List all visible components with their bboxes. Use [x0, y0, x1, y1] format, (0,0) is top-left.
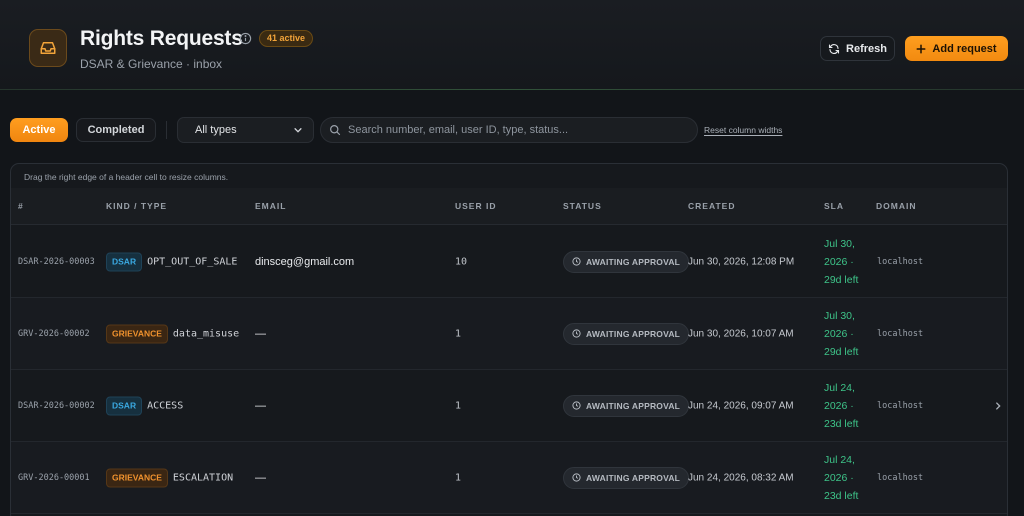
search-input[interactable] [348, 124, 678, 136]
column-header-domain[interactable]: Domain [876, 201, 916, 211]
request-number: GRV-2026-00001 [18, 472, 90, 483]
domain-cell: localhost [877, 256, 924, 267]
sla-cell: Jul 24, 2026 · 23d left [824, 381, 859, 430]
table-header: # Kind / Type Email User ID Status Creat… [11, 188, 1007, 225]
created-cell: Jun 30, 2026, 12:08 PM [688, 256, 795, 267]
inbox-icon [29, 29, 67, 67]
clock-icon [572, 401, 581, 410]
column-header-user-id[interactable]: User ID [455, 201, 496, 211]
sla-cell: Jul 24, 2026 · 23d left [824, 453, 859, 502]
user-id-cell: 1 [455, 400, 462, 411]
request-number: GRV-2026-00002 [18, 328, 90, 339]
status-label: AWAITING APPROVAL [586, 472, 681, 483]
plus-icon [916, 44, 926, 53]
status-label: AWAITING APPROVAL [586, 328, 681, 339]
created-cell: Jun 30, 2026, 10:07 AM [688, 328, 794, 339]
request-type: OPT_OUT_OF_SALE [147, 256, 238, 267]
info-icon[interactable] [239, 32, 252, 45]
user-id-cell: 10 [455, 256, 468, 267]
kind-badge: DSAR [106, 396, 143, 415]
tab-completed[interactable]: Completed [76, 118, 156, 142]
chevron-right-icon[interactable] [993, 401, 1003, 411]
request-type: data_misuse [172, 328, 240, 339]
type-select[interactable]: All types [177, 117, 314, 143]
email-cell: dinsceg@gmail.com [255, 255, 355, 268]
request-type: ACCESS [147, 400, 184, 411]
status-badge: AWAITING APPROVAL [563, 394, 690, 417]
email-cell: — [255, 471, 266, 484]
reset-column-widths-link[interactable]: Reset column widths [704, 125, 782, 135]
status-badge: AWAITING APPROVAL [563, 250, 690, 273]
page-title: Rights Requests [80, 27, 243, 50]
page-header: Rights Requests 41 active DSAR & Grievan… [0, 0, 1024, 90]
status-label: AWAITING APPROVAL [586, 256, 681, 267]
created-cell: Jun 24, 2026, 09:07 AM [688, 400, 794, 411]
column-header-number[interactable]: # [18, 201, 24, 211]
column-header-created[interactable]: Created [688, 201, 735, 211]
tab-active[interactable]: Active [10, 118, 68, 142]
table-row[interactable]: GRV-2026-00001 GRIEVANCE ESCALATION — 1 … [11, 442, 1007, 514]
kind-badge: DSAR [106, 252, 143, 271]
table-row[interactable]: DSAR-2026-00002 DSAR ACCESS — 1 AWAITING… [11, 370, 1007, 442]
request-type: ESCALATION [172, 472, 234, 483]
active-count-badge: 41 active [259, 30, 314, 47]
status-badge: AWAITING APPROVAL [563, 322, 690, 345]
kind-type-cell: GRIEVANCE ESCALATION [106, 468, 233, 487]
search-icon [330, 125, 341, 136]
clock-icon [572, 257, 581, 266]
kind-badge: GRIEVANCE [106, 324, 168, 343]
refresh-button[interactable]: Refresh [820, 36, 895, 61]
column-header-email[interactable]: Email [255, 201, 286, 211]
domain-cell: localhost [877, 328, 924, 339]
kind-badge: GRIEVANCE [106, 468, 168, 487]
page-subtitle: DSAR & Grievance · inbox [80, 57, 223, 71]
search-box[interactable] [320, 117, 698, 143]
domain-cell: localhost [877, 400, 924, 411]
chevron-down-icon [294, 128, 302, 133]
toolbar-divider [166, 121, 167, 139]
sla-cell: Jul 30, 2026 · 29d left [824, 237, 859, 286]
email-cell: — [255, 399, 266, 412]
resize-hint: Drag the right edge of a header cell to … [24, 172, 229, 182]
type-select-value: All types [195, 124, 237, 136]
clock-icon [572, 329, 581, 338]
request-number: DSAR-2026-00003 [18, 256, 95, 267]
status-label: AWAITING APPROVAL [586, 400, 681, 411]
kind-type-cell: DSAR ACCESS [106, 396, 183, 415]
column-header-kind-type[interactable]: Kind / Type [106, 201, 167, 211]
kind-type-cell: GRIEVANCE data_misuse [106, 324, 239, 343]
email-cell: — [255, 327, 266, 340]
created-cell: Jun 24, 2026, 08:32 AM [688, 472, 794, 483]
column-header-sla[interactable]: SLA [824, 201, 844, 211]
sla-cell: Jul 30, 2026 · 29d left [824, 309, 859, 358]
domain-cell: localhost [877, 472, 924, 483]
kind-type-cell: DSAR OPT_OUT_OF_SALE [106, 252, 237, 271]
status-badge: AWAITING APPROVAL [563, 466, 690, 489]
clock-icon [572, 473, 581, 482]
requests-table: Drag the right edge of a header cell to … [10, 163, 1008, 516]
user-id-cell: 1 [455, 472, 462, 483]
refresh-icon [828, 43, 840, 54]
add-request-button[interactable]: Add request [905, 36, 1008, 61]
user-id-cell: 1 [455, 328, 462, 339]
add-request-label: Add request [932, 42, 997, 55]
table-row[interactable]: GRV-2026-00002 GRIEVANCE data_misuse — 1… [11, 298, 1007, 370]
table-row[interactable]: DSAR-2026-00003 DSAR OPT_OUT_OF_SALE din… [11, 226, 1007, 298]
column-header-status[interactable]: Status [563, 201, 602, 211]
refresh-label: Refresh [846, 42, 887, 55]
request-number: DSAR-2026-00002 [18, 400, 95, 411]
